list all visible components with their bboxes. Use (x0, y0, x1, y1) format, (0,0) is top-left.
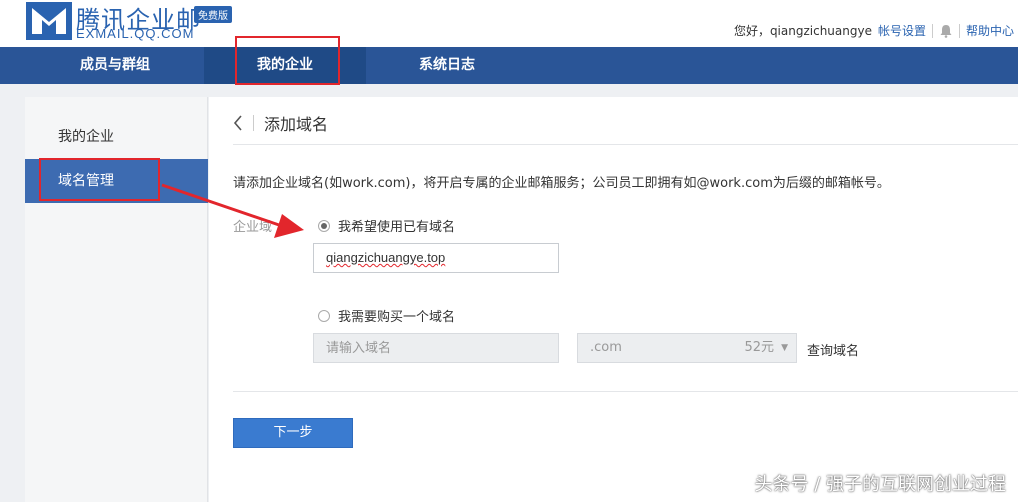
page-title: 添加域名 (233, 111, 328, 135)
radio-existing[interactable] (318, 219, 330, 232)
buy-domain-placeholder: 请输入域名 (326, 340, 392, 355)
divider (958, 23, 960, 38)
form-divider (233, 391, 1018, 392)
help-center-link[interactable]: 帮助中心 (966, 22, 1014, 39)
account-settings-link[interactable]: 帐号设置 (878, 22, 926, 39)
option-buy-domain[interactable]: 我需要购买一个域名 (318, 306, 455, 325)
tab-members-groups[interactable]: 成员与群组 (40, 47, 190, 84)
logo-subtitle: EXMAIL.QQ.COM (76, 26, 195, 41)
sidebar-item-my-company[interactable]: 我的企业 (25, 115, 208, 159)
title-underline (233, 144, 1018, 145)
radio-buy[interactable] (318, 309, 330, 322)
option-existing-label: 我希望使用已有域名 (338, 220, 456, 235)
sidebar-item-domain-management[interactable]: 域名管理 (25, 159, 208, 203)
logo[interactable]: 腾讯企业邮 EXMAIL.QQ.COM 免费版 (26, 2, 236, 42)
divider (931, 23, 933, 38)
buy-domain-input[interactable]: 请输入域名 (313, 333, 559, 363)
existing-domain-input[interactable]: qiangzichuangye.top (313, 243, 559, 273)
mail-logo-icon (26, 2, 72, 40)
bell-icon[interactable] (939, 24, 953, 38)
title-divider (253, 115, 254, 131)
query-domain-link[interactable]: 查询域名 (807, 340, 859, 359)
header: 腾讯企业邮 EXMAIL.QQ.COM 免费版 您好，qiangzichuang… (0, 0, 1018, 47)
main-panel: 添加域名 请添加企业域名(如work.com)，将开启专属的企业邮箱服务；公司员… (209, 97, 1018, 502)
field-label: 企业域 (233, 220, 273, 235)
watermark: 头条号 / 强子的互联网创业过程 (754, 474, 1006, 495)
user-bar: 您好，qiangzichuangye 帐号设置 帮助中心 (734, 22, 1014, 39)
chevron-left-icon[interactable] (233, 115, 243, 131)
tab-system-log[interactable]: 系统日志 (372, 47, 522, 84)
top-nav: 成员与群组 我的企业 系统日志 (0, 47, 1018, 84)
option-existing-domain[interactable]: 我希望使用已有域名 (318, 216, 455, 235)
existing-domain-value: qiangzichuangye.top (326, 250, 446, 265)
edition-badge: 免费版 (194, 6, 232, 23)
description-text: 请添加企业域名(如work.com)，将开启专属的企业邮箱服务；公司员工即拥有如… (233, 176, 890, 191)
domain-suffix-value: .com (590, 340, 622, 355)
page-title-text: 添加域名 (264, 115, 329, 134)
tab-my-company[interactable]: 我的企业 (204, 47, 366, 84)
domain-suffix-select[interactable]: .com 52元 ▼ (577, 333, 797, 363)
caret-down-icon: ▼ (781, 343, 788, 353)
greeting-text: 您好，qiangzichuangye (733, 24, 872, 38)
next-button[interactable]: 下一步 (233, 418, 353, 448)
domain-price: 52元 (744, 340, 774, 355)
option-buy-label: 我需要购买一个域名 (338, 310, 456, 325)
sidebar: 我的企业 域名管理 (25, 97, 208, 502)
